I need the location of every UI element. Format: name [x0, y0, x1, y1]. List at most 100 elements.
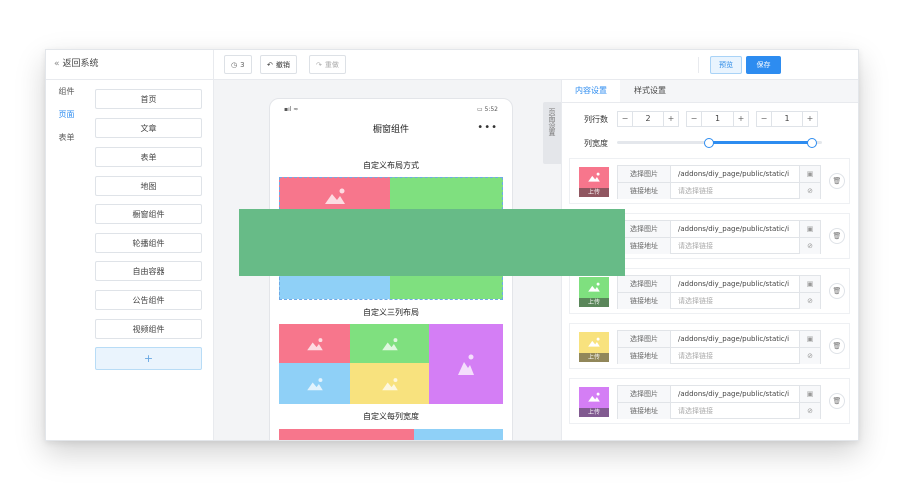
showcase-cell[interactable]	[429, 324, 503, 404]
status-right: ▭ 5:52	[477, 106, 498, 113]
add-component-button[interactable]: +	[95, 347, 202, 370]
image-thumbnail[interactable]: 上传	[579, 332, 609, 362]
image-thumbnail[interactable]: 上传	[579, 167, 609, 197]
link-label: 链接地址	[618, 183, 671, 199]
showcase-cell[interactable]	[350, 324, 429, 363]
minus-button[interactable]: −	[618, 112, 632, 126]
section-title: 自定义三列布局	[363, 308, 419, 317]
delete-icon[interactable]: 🗑	[829, 393, 845, 409]
link-field: 链接地址 请选择链接 ⊘	[618, 292, 820, 309]
link-label: 链接地址	[618, 403, 671, 419]
upload-label[interactable]: 上传	[579, 408, 609, 417]
image-placeholder-icon	[588, 392, 600, 402]
status-time: 5:52	[484, 106, 498, 113]
slider-handle-start[interactable]	[704, 138, 715, 148]
link-icon[interactable]: ⊘	[799, 403, 820, 419]
cols-stepper[interactable]: −1 +	[686, 111, 749, 127]
link-label: 链接地址	[618, 238, 671, 254]
back-to-system-link[interactable]: «返回系统	[54, 50, 99, 79]
image-placeholder-icon	[588, 337, 600, 347]
image-icon[interactable]: ▣	[799, 221, 820, 237]
stepper-value[interactable]: 2	[632, 112, 664, 126]
image-item: 上传选择图片/addons/diy_page/public/static/i▣链…	[569, 323, 850, 369]
phone-title: 橱窗组件	[372, 125, 409, 135]
link-icon[interactable]: ⊘	[799, 293, 820, 309]
more-dots-icon[interactable]: •••	[477, 122, 498, 133]
upload-label[interactable]: 上传	[579, 188, 609, 197]
image-icon[interactable]: ▣	[799, 166, 820, 182]
image-path-input[interactable]: /addons/diy_page/public/static/i	[678, 221, 798, 237]
component-map[interactable]: 地图	[95, 176, 202, 196]
showcase-cell[interactable]	[414, 429, 503, 440]
image-field: 选择图片/addons/diy_page/public/static/i ▣	[618, 386, 820, 402]
item-fields: 选择图片/addons/diy_page/public/static/i ▣ 链接地…	[617, 165, 821, 199]
plus-button[interactable]: +	[664, 112, 678, 126]
image-path-input[interactable]: /addons/diy_page/public/static/i	[678, 166, 798, 182]
image-item: 上传选择图片/addons/diy_page/public/static/i▣链…	[569, 378, 850, 424]
tab-components[interactable]: 组件	[46, 80, 87, 103]
image-path-input[interactable]: /addons/diy_page/public/static/i	[678, 386, 798, 402]
delete-icon[interactable]: 🗑	[829, 283, 845, 299]
link-input[interactable]: 请选择链接	[678, 403, 798, 419]
rows-stepper[interactable]: −2 +	[617, 111, 679, 127]
image-path-input[interactable]: /addons/diy_page/public/static/i	[678, 331, 798, 347]
component-notice[interactable]: 公告组件	[95, 290, 202, 310]
image-icon[interactable]: ▣	[799, 276, 820, 292]
stepper-value[interactable]: 1	[701, 112, 734, 126]
upload-label[interactable]: 上传	[579, 298, 609, 307]
component-free-container[interactable]: 自由容器	[95, 261, 202, 281]
showcase-cell[interactable]	[350, 363, 429, 404]
link-icon[interactable]: ⊘	[799, 238, 820, 254]
link-input[interactable]: 请选择链接	[678, 238, 798, 254]
minus-button[interactable]: −	[757, 112, 771, 126]
component-article[interactable]: 文章	[95, 118, 202, 138]
plus-button[interactable]: +	[734, 112, 748, 126]
tab-style-settings[interactable]: 样式设置	[620, 80, 680, 102]
width-label: 列宽度	[584, 139, 608, 148]
select-image-label: 选择图片	[618, 386, 671, 402]
save-button[interactable]: 保存	[746, 56, 781, 74]
delete-icon[interactable]: 🗑	[829, 228, 845, 244]
showcase-cell[interactable]	[279, 324, 350, 363]
history-count: 3	[240, 61, 245, 69]
stepper-value[interactable]: 1	[771, 112, 803, 126]
link-icon[interactable]: ⊘	[799, 348, 820, 364]
preview-button[interactable]: 预览	[710, 56, 742, 74]
component-form[interactable]: 表单	[95, 147, 202, 167]
redo-label: 重做	[324, 61, 339, 69]
component-carousel[interactable]: 轮播组件	[95, 233, 202, 253]
component-home[interactable]: 首页	[95, 89, 202, 109]
link-input[interactable]: 请选择链接	[678, 293, 798, 309]
image-thumbnail[interactable]: 上传	[579, 277, 609, 307]
link-input[interactable]: 请选择链接	[678, 348, 798, 364]
link-input[interactable]: 请选择链接	[678, 183, 798, 199]
tab-pages[interactable]: 页面	[46, 103, 87, 126]
image-icon[interactable]: ▣	[799, 386, 820, 402]
image-icon[interactable]: ▣	[799, 331, 820, 347]
item-fields: 选择图片/addons/diy_page/public/static/i ▣ 链接地…	[617, 220, 821, 254]
component-video[interactable]: 视频组件	[95, 319, 202, 339]
undo-button[interactable]: ↶ 撤销	[260, 55, 297, 74]
image-field: 选择图片/addons/diy_page/public/static/i ▣	[618, 331, 820, 347]
tab-content-settings[interactable]: 内容设置	[562, 80, 620, 102]
image-placeholder-icon	[588, 282, 600, 292]
redo-button[interactable]: ↷ 重做	[309, 55, 346, 74]
delete-icon[interactable]: 🗑	[829, 338, 845, 354]
page-settings-tab[interactable]: 页面设置	[543, 102, 561, 164]
upload-label[interactable]: 上传	[579, 353, 609, 362]
history-button[interactable]: ◷ 3	[224, 55, 252, 74]
showcase-cell[interactable]	[279, 429, 414, 440]
delete-icon[interactable]: 🗑	[829, 173, 845, 189]
link-icon[interactable]: ⊘	[799, 183, 820, 199]
select-image-label: 选择图片	[618, 331, 671, 347]
clock-icon: ◷	[231, 61, 238, 69]
component-showcase[interactable]: 橱窗组件	[95, 204, 202, 224]
span-stepper[interactable]: −1 +	[756, 111, 818, 127]
plus-button[interactable]: +	[803, 112, 817, 126]
image-path-input[interactable]: /addons/diy_page/public/static/i	[678, 276, 798, 292]
minus-button[interactable]: −	[687, 112, 701, 126]
tab-forms[interactable]: 表单	[46, 126, 87, 149]
image-thumbnail[interactable]: 上传	[579, 387, 609, 417]
showcase-cell[interactable]	[279, 363, 350, 404]
slider-handle-end[interactable]	[806, 138, 817, 148]
